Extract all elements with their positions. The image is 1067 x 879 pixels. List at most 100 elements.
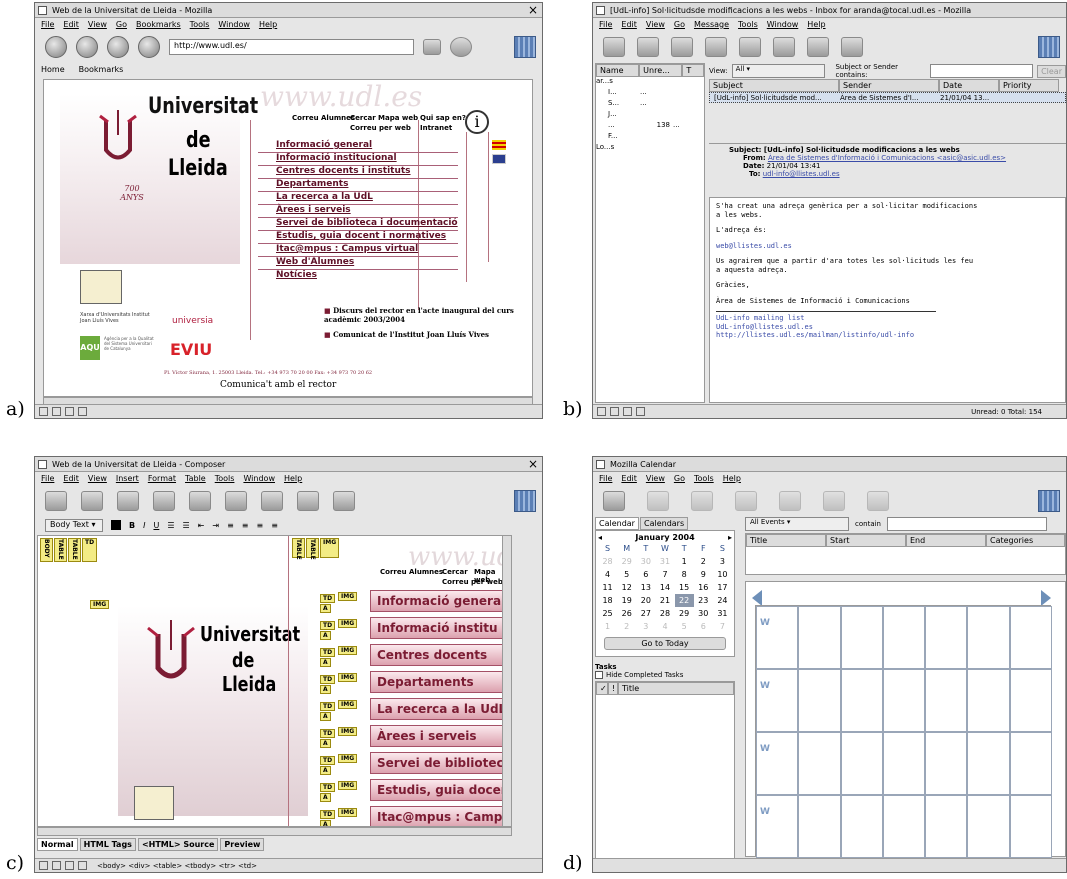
tag-img[interactable]: IMG — [320, 538, 340, 558]
tag-img[interactable]: IMG — [338, 592, 358, 601]
bold-icon[interactable]: B — [129, 521, 135, 530]
status-icon[interactable] — [636, 407, 645, 416]
day-cell[interactable]: 30 — [636, 555, 655, 568]
nav-button[interactable]: Servei de biblioteca — [370, 752, 506, 774]
menu-edit[interactable]: Edit — [63, 474, 79, 483]
tag-a[interactable]: A — [320, 658, 331, 667]
horizontal-scrollbar[interactable] — [37, 827, 512, 836]
back-icon[interactable] — [45, 36, 67, 58]
menu-go[interactable]: Go — [116, 20, 127, 29]
delete-icon[interactable] — [841, 37, 863, 57]
nav-noticies[interactable]: Notícies — [258, 270, 458, 283]
multiweek-view-icon[interactable] — [867, 491, 889, 511]
menu-go[interactable]: Go — [674, 474, 685, 483]
task-col-done[interactable]: ✓ — [596, 682, 608, 695]
folder-col-name[interactable]: Name — [596, 64, 640, 77]
tab-calendar[interactable]: Calendar — [595, 517, 639, 530]
menu-window[interactable]: Window — [767, 20, 799, 29]
signature-line[interactable]: http://llistes.udl.es/mailman/listinfo/u… — [716, 331, 1059, 340]
event-col-start[interactable]: Start — [826, 534, 906, 547]
day-cell[interactable]: 13 — [636, 581, 655, 594]
grid-cell[interactable] — [1009, 606, 1052, 669]
day-cell[interactable]: 25 — [598, 607, 617, 620]
topnav-correu-alumnes[interactable]: Correu Alumnes — [380, 568, 443, 576]
menu-file[interactable]: File — [599, 474, 612, 483]
day-cell[interactable]: 29 — [617, 555, 636, 568]
day-cell[interactable]: 12 — [617, 581, 636, 594]
task-col-priority[interactable]: ! — [608, 682, 618, 695]
tag-a[interactable]: A — [320, 739, 331, 748]
grid-cell[interactable] — [925, 732, 968, 795]
day-cell[interactable]: 6 — [636, 568, 655, 581]
search-input[interactable] — [930, 64, 1034, 78]
tab-html-source[interactable]: <HTML> Source — [137, 838, 219, 851]
col-priority[interactable]: Priority — [999, 79, 1059, 92]
status-icon[interactable] — [39, 861, 48, 870]
reload-icon[interactable] — [107, 36, 129, 58]
day-cell[interactable]: 21 — [655, 594, 674, 607]
day-cell[interactable]: 4 — [655, 620, 674, 633]
tag-td[interactable]: TD — [320, 594, 336, 603]
day-cell[interactable]: 14 — [655, 581, 674, 594]
new-event-icon[interactable] — [603, 491, 625, 511]
indent-icon[interactable]: ⇥ — [212, 521, 219, 530]
col-date[interactable]: Date — [939, 79, 999, 92]
tag-img[interactable]: IMG — [338, 727, 358, 736]
tag-img[interactable]: IMG — [338, 646, 358, 655]
grid-cell[interactable] — [840, 606, 883, 669]
day-cell[interactable]: 31 — [713, 607, 732, 620]
event-col-categories[interactable]: Categories — [986, 534, 1065, 547]
topnav-correu-alumnes[interactable]: Correu Alumnes — [292, 114, 355, 122]
bookmarks-link[interactable]: Bookmarks — [79, 65, 124, 74]
day-cell[interactable]: 10 — [713, 568, 732, 581]
nav-button[interactable]: Informació institu — [370, 617, 506, 639]
tag-a[interactable]: A — [320, 631, 331, 640]
align-left-icon[interactable]: ≡ — [227, 521, 234, 530]
day-cell[interactable]: 6 — [694, 620, 713, 633]
tab-html-tags[interactable]: HTML Tags — [79, 838, 136, 851]
folder-item[interactable]: I...... — [596, 88, 704, 99]
day-cell[interactable]: 3 — [713, 555, 732, 568]
stop-icon[interactable] — [138, 36, 160, 58]
menu-window[interactable]: Window — [243, 474, 275, 483]
menu-view[interactable]: View — [646, 20, 665, 29]
day-cell[interactable]: 2 — [694, 555, 713, 568]
news-item[interactable]: ■ Comunicat de l'Institut Joan Lluís Viv… — [324, 330, 532, 339]
header-from[interactable]: Àrea de Sistemes d'Informació i Comunica… — [768, 154, 1006, 162]
nav-informacio-general[interactable]: Informació general — [258, 140, 458, 153]
link-icon[interactable] — [261, 491, 283, 511]
multiweek-grid[interactable]: W W W W — [755, 605, 1052, 858]
tag-table[interactable]: TABLE — [292, 538, 305, 560]
grid-cell[interactable] — [756, 795, 799, 858]
tag-body[interactable]: BODY — [40, 538, 53, 562]
week-view-icon[interactable] — [779, 491, 801, 511]
vertical-scrollbar[interactable] — [502, 536, 511, 826]
get-mail-icon[interactable] — [603, 37, 625, 57]
go-to-today-button[interactable]: Go to Today — [604, 637, 726, 650]
day-cell[interactable]: 29 — [675, 607, 694, 620]
new-task-icon[interactable] — [647, 491, 669, 511]
menu-file[interactable]: File — [599, 20, 612, 29]
nav-button[interactable]: Departaments — [370, 671, 506, 693]
tag-a[interactable]: A — [320, 820, 331, 826]
tag-a[interactable]: A — [320, 793, 331, 802]
day-cell[interactable]: 31 — [655, 555, 674, 568]
day-cell[interactable]: 8 — [675, 568, 694, 581]
structure-breadcrumb[interactable]: <body> <div> <table> <tbody> <tr> <td> — [97, 862, 257, 870]
grid-cell[interactable] — [925, 795, 968, 858]
day-cell[interactable]: 16 — [694, 581, 713, 594]
new-icon[interactable] — [45, 491, 67, 511]
day-cell[interactable]: 18 — [598, 594, 617, 607]
grid-cell[interactable] — [756, 669, 799, 732]
folder-item[interactable]: ar...s — [596, 77, 704, 88]
grid-cell[interactable] — [798, 795, 841, 858]
day-cell[interactable]: 15 — [675, 581, 694, 594]
grid-cell[interactable] — [840, 669, 883, 732]
flag-catalan-icon[interactable] — [492, 140, 506, 150]
next-month-icon[interactable]: ▸ — [728, 533, 732, 542]
tag-img[interactable]: IMG — [338, 781, 358, 790]
topnav-correu-per-web[interactable]: Correu per web — [442, 578, 503, 586]
nav-arees-serveis[interactable]: Àrees i serveis — [258, 205, 458, 218]
topnav-cercar[interactable]: Cercar — [350, 114, 376, 122]
url-input[interactable]: http://www.udl.es/ — [169, 39, 414, 55]
